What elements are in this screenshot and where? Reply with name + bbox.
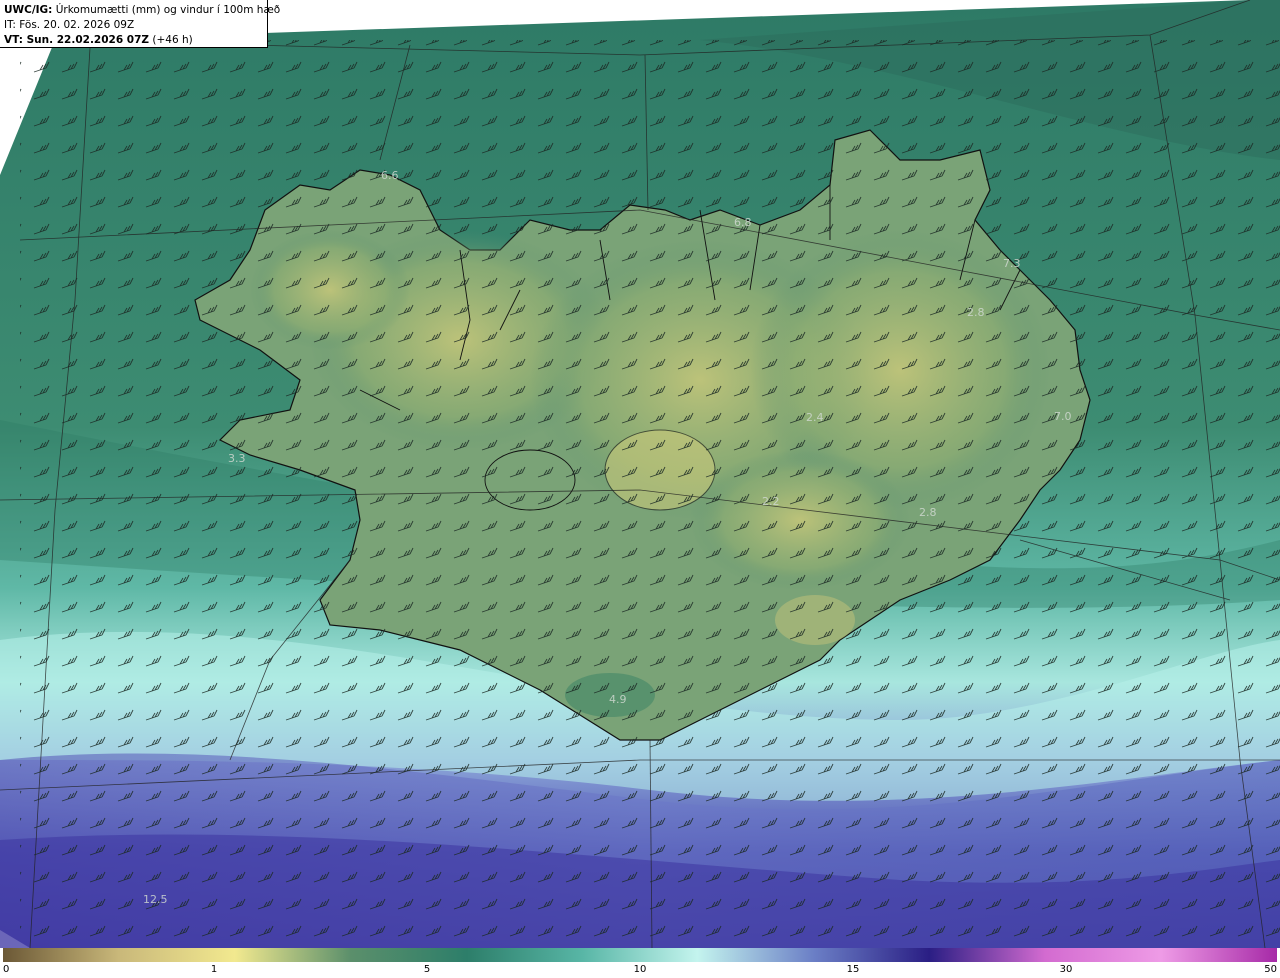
weather-map: 6.6 6.8 7.3 2.8 7.0 3.3 2.4 2.2 2.8 4.9 … xyxy=(0,0,1280,948)
value-label: 7.0 xyxy=(1054,410,1072,423)
value-label: 12.5 xyxy=(143,893,168,906)
value-label: 2.8 xyxy=(967,306,985,319)
colorbar-tick: 10 xyxy=(633,964,647,975)
valid-time: VT: Sun. 22.02.2026 07Z xyxy=(4,34,150,46)
lead-time: (+46 h) xyxy=(152,34,193,46)
value-label: 2.8 xyxy=(919,506,937,519)
colorbar-tick: 1 xyxy=(210,964,218,975)
wind-barbs xyxy=(20,40,1280,945)
init-time: IT: Fös. 20. 02. 2026 09Z xyxy=(4,19,135,31)
colorbar-tick: 30 xyxy=(1059,964,1073,975)
value-label: 2.4 xyxy=(806,411,824,424)
colorbar-tick: 50 xyxy=(1264,964,1277,975)
colorbar: 0 1 5 10 15 30 50 xyxy=(0,948,1280,978)
value-label: 3.3 xyxy=(228,452,246,465)
colorbar-gradient xyxy=(3,948,1277,962)
value-label: 2.2 xyxy=(762,495,780,508)
model-label: UWC/IG: xyxy=(4,4,53,16)
colorbar-tick: 0 xyxy=(3,964,10,975)
value-label: 6.8 xyxy=(734,216,752,229)
value-label: 4.9 xyxy=(609,693,627,706)
map-description: Úrkomumætti (mm) og vindur í 100m hæð xyxy=(55,4,281,16)
colorbar-tick: 5 xyxy=(423,964,431,975)
forecast-info-box: UWC/IG: Úrkomumætti (mm) og vindur í 100… xyxy=(0,0,280,48)
value-label: 6.6 xyxy=(381,169,399,182)
value-label: 7.3 xyxy=(1003,257,1021,270)
colorbar-tick: 15 xyxy=(846,964,860,975)
